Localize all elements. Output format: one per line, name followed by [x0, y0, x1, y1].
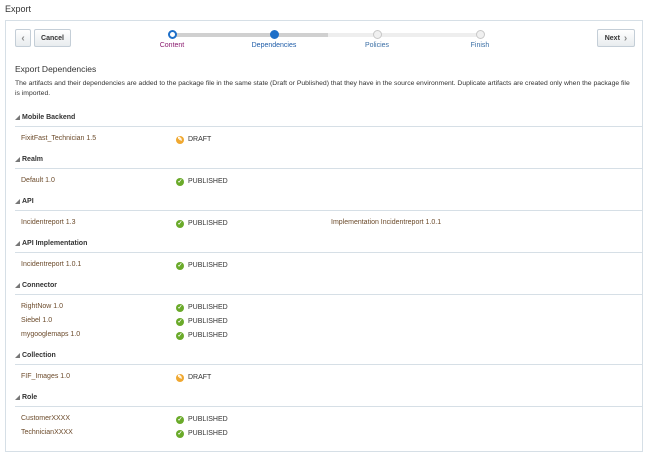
section-items: FixitFast_Technician 1.5 ✎ DRAFT — [15, 127, 643, 151]
section-items: FIF_Images 1.0 ✎ DRAFT — [15, 365, 643, 389]
list-item: Siebel 1.0 ✓ PUBLISHED — [15, 314, 643, 328]
collapse-triangle-icon[interactable] — [15, 395, 20, 400]
collapse-triangle-icon[interactable] — [15, 353, 20, 358]
status: ✓ PUBLISHED — [176, 175, 228, 189]
status: ✓ PUBLISHED — [176, 259, 228, 273]
section-items: Default 1.0 ✓ PUBLISHED — [15, 169, 643, 193]
status-label: PUBLISHED — [188, 262, 228, 269]
artifact-name: CustomerXXXX — [21, 415, 71, 422]
artifact-name: Incidentreport 1.3 — [21, 219, 76, 226]
collapse-triangle-icon[interactable] — [15, 241, 20, 246]
section-header[interactable]: Realm — [15, 151, 643, 169]
dependency-sections: Mobile Backend FixitFast_Technician 1.5 ✎ D… — [15, 109, 643, 445]
status-label: PUBLISHED — [188, 220, 228, 227]
status-label: PUBLISHED — [188, 318, 228, 325]
section-title: Collection — [22, 351, 56, 359]
dependency-link: Implementation Incidentreport 1.0.1 — [331, 219, 442, 226]
section-title: API — [22, 197, 34, 205]
status: ✓ PUBLISHED — [176, 315, 228, 329]
status-label: PUBLISHED — [188, 304, 228, 311]
status-label: PUBLISHED — [188, 430, 228, 437]
description: The artifacts and their dependencies are… — [15, 80, 630, 97]
list-item: RightNow 1.0 ✓ PUBLISHED — [15, 300, 643, 314]
section-header[interactable]: API — [15, 193, 643, 211]
section-header[interactable]: Role — [15, 389, 643, 407]
check-circle-icon: ✓ — [176, 262, 184, 270]
artifact-name: FixitFast_Technician 1.5 — [21, 135, 97, 142]
collapse-triangle-icon[interactable] — [15, 157, 20, 162]
status: ✎ DRAFT — [176, 133, 211, 147]
train-step-dependencies-dot[interactable] — [270, 30, 279, 39]
list-item: mygooglemaps 1.0 ✓ PUBLISHED — [15, 328, 643, 342]
check-circle-icon: ✓ — [176, 220, 184, 228]
check-circle-icon: ✓ — [176, 318, 184, 326]
status: ✎ DRAFT — [176, 371, 211, 385]
list-item: TechnicianXXXX ✓ PUBLISHED — [15, 426, 643, 440]
status-label: PUBLISHED — [188, 178, 228, 185]
check-circle-icon: ✓ — [176, 430, 184, 438]
status-label: PUBLISHED — [188, 416, 228, 423]
section-header[interactable]: API Implementation — [15, 235, 643, 253]
section-header[interactable]: Mobile Backend — [15, 109, 643, 127]
artifact-name: FIF_Images 1.0 — [21, 373, 71, 380]
section-title: Role — [22, 393, 38, 401]
status: ✓ PUBLISHED — [176, 301, 228, 315]
train-step-policies-dot[interactable] — [373, 30, 382, 39]
status-label: DRAFT — [188, 136, 212, 143]
export-panel: ‹ Cancel Next › Content Dependencies Polici… — [5, 20, 643, 452]
draft-icon: ✎ — [176, 374, 184, 382]
train-progress — [172, 33, 328, 37]
section-heading: Export Dependencies — [15, 64, 97, 74]
collapse-triangle-icon[interactable] — [15, 283, 20, 288]
section-items: CustomerXXXX ✓ PUBLISHED TechnicianXXXX ✓ PUB… — [15, 407, 643, 445]
list-item: FIF_Images 1.0 ✎ DRAFT — [15, 370, 643, 384]
list-item: Incidentreport 1.3 ✓ PUBLISHED Implementati… — [15, 216, 643, 230]
page-title: Export — [5, 4, 32, 14]
collapse-triangle-icon[interactable] — [15, 199, 20, 204]
status-label: PUBLISHED — [188, 332, 228, 339]
status: ✓ PUBLISHED — [176, 427, 228, 441]
train-step-finish-label[interactable]: Finish — [471, 42, 490, 49]
train-step-content-dot[interactable] — [168, 30, 177, 39]
train-stepper: Content Dependencies Policies Finish — [6, 21, 644, 61]
status-label: DRAFT — [188, 374, 212, 381]
train-step-finish-dot[interactable] — [476, 30, 485, 39]
check-circle-icon: ✓ — [176, 178, 184, 186]
status: ✓ PUBLISHED — [176, 329, 228, 343]
train-step-dependencies-label[interactable]: Dependencies — [252, 42, 297, 49]
section-items: RightNow 1.0 ✓ PUBLISHED Siebel 1.0 ✓ PUBLISH… — [15, 295, 643, 347]
section-title: Realm — [22, 155, 44, 163]
list-item: Incidentreport 1.0.1 ✓ PUBLISHED — [15, 258, 643, 272]
check-circle-icon: ✓ — [176, 304, 184, 312]
check-circle-icon: ✓ — [176, 416, 184, 424]
train-step-policies-label[interactable]: Policies — [365, 42, 389, 49]
artifact-name: Siebel 1.0 — [21, 317, 53, 324]
section-title: API Implementation — [22, 239, 88, 247]
list-item: CustomerXXXX ✓ PUBLISHED — [15, 412, 643, 426]
list-item: Default 1.0 ✓ PUBLISHED — [15, 174, 643, 188]
status: ✓ PUBLISHED — [176, 413, 228, 427]
artifact-name: mygooglemaps 1.0 — [21, 331, 81, 338]
status: ✓ PUBLISHED — [176, 217, 228, 231]
collapse-triangle-icon[interactable] — [15, 115, 20, 120]
section-title: Mobile Backend — [22, 113, 76, 121]
artifact-name: TechnicianXXXX — [21, 429, 73, 436]
section-title: Connector — [22, 281, 57, 289]
section-header[interactable]: Connector — [15, 277, 643, 295]
artifact-name: Incidentreport 1.0.1 — [21, 261, 82, 268]
section-items: Incidentreport 1.0.1 ✓ PUBLISHED — [15, 253, 643, 277]
artifact-name: Default 1.0 — [21, 177, 55, 184]
artifact-name: RightNow 1.0 — [21, 303, 64, 310]
list-item: FixitFast_Technician 1.5 ✎ DRAFT — [15, 132, 643, 146]
train-step-content-label[interactable]: Content — [160, 42, 185, 49]
section-items: Incidentreport 1.3 ✓ PUBLISHED Implementati… — [15, 211, 643, 235]
check-circle-icon: ✓ — [176, 332, 184, 340]
draft-icon: ✎ — [176, 136, 184, 144]
section-header[interactable]: Collection — [15, 347, 643, 365]
